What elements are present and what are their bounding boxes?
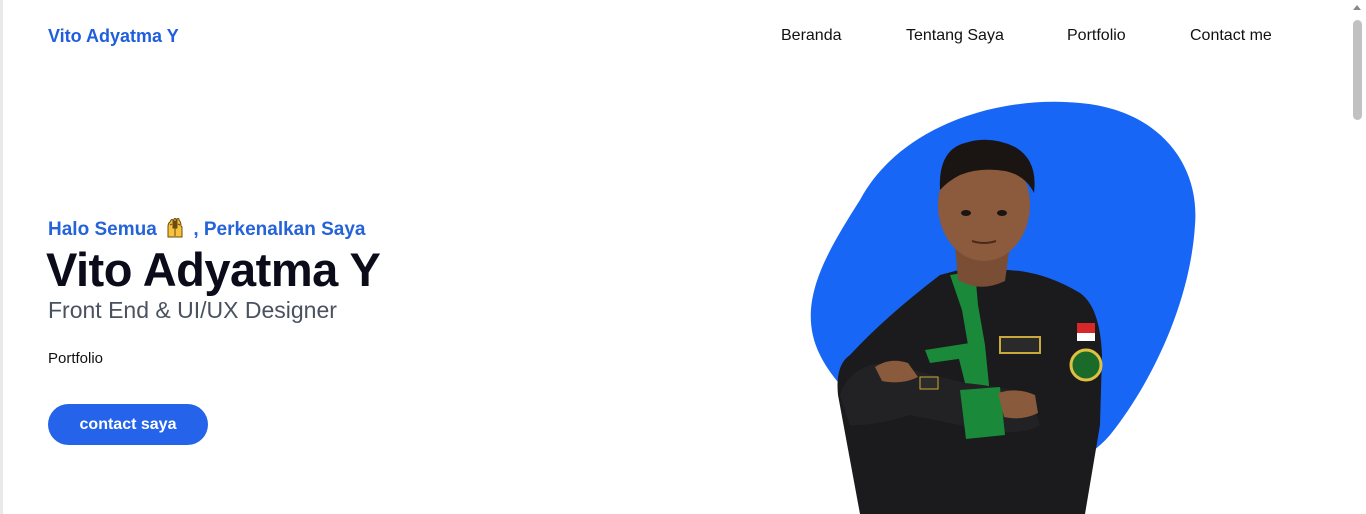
scrollbar-thumb[interactable] — [1353, 20, 1362, 120]
nav-item-beranda[interactable]: Beranda — [781, 27, 842, 45]
hero-role: Front End & UI/UX Designer — [48, 297, 337, 323]
hero-greeting: Halo Semua , Perkenalkan Saya — [48, 217, 366, 241]
window-edge — [0, 0, 3, 514]
hero-name: Vito Adyatma Y — [46, 243, 381, 296]
vertical-scrollbar[interactable] — [1349, 0, 1366, 514]
portfolio-link[interactable]: Portfolio — [48, 350, 103, 367]
nav-item-tentang-saya[interactable]: Tentang Saya — [906, 27, 1004, 45]
scroll-up-arrow-icon[interactable] — [1353, 5, 1361, 10]
hero-illustration — [810, 101, 1196, 514]
hero-visual — [790, 95, 1210, 514]
main-nav: Beranda Tentang Saya Portfolio Contact m… — [0, 27, 1366, 49]
greeting-text-after: , Perkenalkan Saya — [193, 219, 366, 240]
page: Vito Adyatma Y Beranda Tentang Saya Port… — [0, 0, 1366, 514]
raising-hands-icon — [164, 217, 186, 239]
contact-button[interactable]: contact saya — [48, 404, 208, 445]
nav-item-contact-me[interactable]: Contact me — [1190, 27, 1272, 45]
nav-item-portfolio[interactable]: Portfolio — [1067, 27, 1126, 45]
greeting-text: Halo Semua — [48, 219, 157, 240]
